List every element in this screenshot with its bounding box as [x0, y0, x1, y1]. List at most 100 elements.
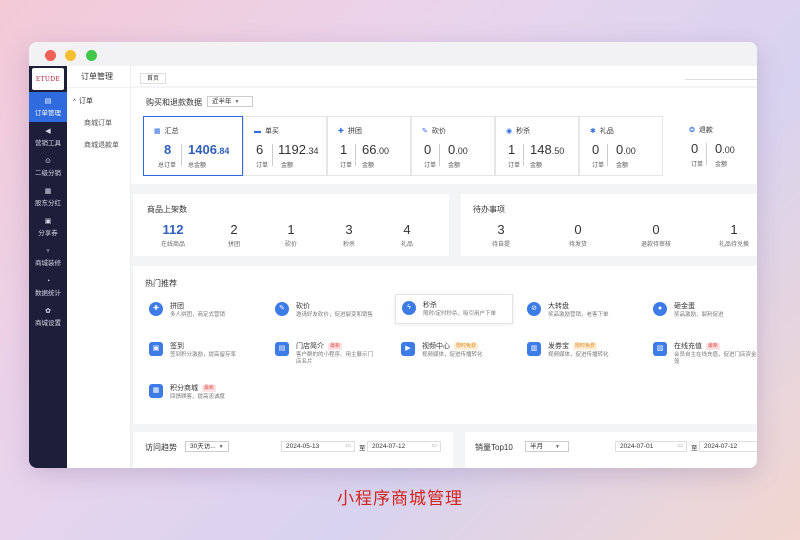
stat-amount-label: 金额: [616, 163, 629, 169]
stat-order-count: 6: [256, 142, 264, 157]
visits-start-date[interactable]: 2024-05-13 ▭: [281, 441, 355, 452]
stat-card-head: ▬ 单买: [254, 126, 279, 136]
stat-card-flash-sale[interactable]: ◉ 秒杀 1 148.50 订单 金额: [495, 116, 579, 176]
stat-amount-int: 148: [530, 142, 552, 157]
stat-card-group-buy[interactable]: ✚ 拼团 1 66.00 订单 金额: [327, 116, 411, 176]
sidebar-item-decoration[interactable]: ♆ 商城装修: [29, 242, 67, 272]
sidebar-item-statistics[interactable]: ◔ 数据统计: [29, 272, 67, 302]
ticket-icon: ▥: [527, 342, 541, 356]
wheel-icon: ⊘: [527, 302, 541, 316]
stat-card-single[interactable]: ▬ 单买 6 1192.34 订单 金额: [243, 116, 327, 176]
stat-card-head: ❂ 退款: [689, 125, 713, 135]
feature-flash-sale[interactable]: ϟ 秒杀 限时/定时秒杀，吸引用户下单: [395, 294, 513, 324]
stat-order-count: 1: [340, 142, 348, 157]
todo-label: 待自提: [491, 242, 510, 248]
todo-value[interactable]: 3: [471, 222, 531, 237]
visits-panel: 访问趋势 30天访... ▼ 2024-05-13 ▭ 至 2024-07-12 ▭: [133, 432, 453, 468]
period-select[interactable]: 近半年 ▼: [207, 96, 253, 107]
listing-label: 礼品: [400, 242, 413, 248]
top-search-input[interactable]: [685, 72, 757, 80]
period-select-value: 近半年: [212, 98, 232, 105]
todo-title: 待办事项: [473, 205, 505, 214]
stat-order-count: 0: [592, 142, 600, 157]
calendar-icon: ▭: [431, 443, 437, 449]
feature-name: 秒杀: [423, 302, 437, 309]
visits-range-select[interactable]: 30天访... ▼: [185, 441, 229, 452]
listing-panel: 商品上架数 112 在线商品 2 拼团 1 砍价 3 秒杀 4 礼品: [133, 194, 449, 256]
feature-desc: 视频媒体，促进传播转化: [548, 352, 609, 358]
feature-bargain[interactable]: ✎ 砍价 邀请好友砍价，促进裂变和销售: [269, 296, 387, 326]
sub-nav-item-refunds[interactable]: 商城退款单: [67, 140, 130, 150]
todo-value[interactable]: 0: [626, 222, 686, 237]
todo-value[interactable]: 1: [704, 222, 757, 237]
stat-card-head: ▦ 汇总: [154, 126, 179, 136]
feature-desc: 奖品激励，裂利促进: [674, 312, 724, 318]
feature-name: 拼团: [170, 303, 184, 310]
top-bar: 首页: [131, 66, 757, 86]
listing-value: 112: [162, 222, 184, 237]
feature-name: 门店简介 最新: [296, 341, 343, 351]
todo-value[interactable]: 0: [548, 222, 608, 237]
feature-desc: 客户群的的小程序、用主展示门店名片: [296, 352, 374, 365]
feature-desc: 回馈顾客，提高忠诚度: [170, 394, 226, 400]
puzzle-icon: ✚: [149, 302, 163, 316]
feature-store-intro[interactable]: ▤ 门店简介 最新 客户群的的小程序、用主展示门店名片: [269, 336, 387, 366]
stat-amount: 0.00: [448, 142, 468, 157]
stat-divider: [181, 144, 182, 166]
stat-card-summary[interactable]: ▦ 汇总 8 1406.84 总订单 总金额: [143, 116, 243, 176]
stat-card-name: 砍价: [431, 128, 446, 135]
sales-range-select[interactable]: 半月 ▼: [525, 441, 569, 452]
sidebar-item-label: 订单管理: [35, 110, 61, 117]
feature-points-mall[interactable]: ▦ 积分商城 最新 回馈顾客，提高忠诚度: [143, 378, 261, 408]
sales-end-value: 2024-07-12: [704, 443, 738, 450]
video-icon: ▶: [401, 342, 415, 356]
feature-coupon-issuer[interactable]: ▥ 发券宝 限时免费 视频媒体，促进传播转化: [521, 336, 639, 366]
close-window-button[interactable]: [45, 50, 56, 61]
stat-amount-int: 1406: [188, 142, 217, 157]
feature-desc: 多人拼团，商定式营销: [170, 312, 226, 318]
limited-free-badge: 限时免费: [454, 343, 479, 350]
feature-online-recharge[interactable]: ▧ 在线充值 最新 会员自主在线充值，促进门店资金回笼: [647, 336, 757, 366]
egg-icon: ●: [653, 302, 667, 316]
minimize-window-button[interactable]: [65, 50, 76, 61]
stat-card-gift[interactable]: ✱ 礼品 0 0.00 订单 金额: [579, 116, 663, 176]
stat-card-refund[interactable]: ❂ 退款 0 0.00 订单 金额: [679, 116, 757, 176]
sidebar-item-distribution[interactable]: ⊙ 二级分销: [29, 152, 67, 182]
sidebar-item-label: 商城装修: [35, 260, 61, 267]
feature-lucky-wheel[interactable]: ⊘ 大转盘 奖品激励营销，老客下单: [521, 296, 639, 326]
sidebar-item-orders[interactable]: ▤ 订单管理: [29, 92, 67, 122]
sidebar-item-coupon[interactable]: ▣ 分享券: [29, 212, 67, 242]
gift-icon: ✱: [590, 128, 596, 135]
stat-count-label: 订单: [340, 163, 353, 169]
title-bar: [29, 42, 757, 66]
stat-count-label: 订单: [691, 162, 704, 168]
listing-value: 1: [287, 222, 295, 237]
recommend-panel: 热门推荐 ✚ 拼团 多人拼团，商定式营销 ✎ 砍价 邀请好友砍价，促进裂变和销售…: [133, 266, 757, 424]
sub-nav-item-mall-orders[interactable]: 商城订单: [67, 118, 130, 128]
feature-name: 大转盘: [548, 303, 569, 310]
stat-card-bargain[interactable]: ✎ 砍价 0 0.00 订单 金额: [411, 116, 495, 176]
feature-group-buy[interactable]: ✚ 拼团 多人拼团，商定式营销: [143, 296, 261, 326]
feature-video-center[interactable]: ▶ 视频中心 限时免费 视频媒体，促进传播转化: [395, 336, 513, 366]
visits-end-date[interactable]: 2024-07-12 ▭: [367, 441, 441, 452]
sub-nav-group[interactable]: ^ 订单: [67, 88, 130, 106]
stat-divider: [607, 144, 608, 166]
sidebar-item-marketing[interactable]: ◀ 营销工具: [29, 122, 67, 152]
listing-label: 拼团: [227, 242, 240, 248]
sidebar-item-settings[interactable]: ✿ 商城设置: [29, 302, 67, 332]
feature-golden-egg[interactable]: ● 砸金蛋 奖品激励，裂利促进: [647, 296, 757, 326]
sidebar-item-dividend[interactable]: ▦ 股东分红: [29, 182, 67, 212]
brand-logo[interactable]: ETUDE: [32, 68, 64, 90]
sales-title: 销量Top10: [475, 443, 513, 452]
stat-order-count: 1: [508, 142, 516, 157]
feature-check-in[interactable]: ▣ 签到 签到积分激励，提高留存率: [143, 336, 261, 366]
feature-name: 砍价: [296, 303, 310, 310]
maximize-window-button[interactable]: [86, 50, 97, 61]
app-window: ETUDE ▤ 订单管理 ◀ 营销工具 ⊙ 二级分销 ▦ 股东分红 ▣ 分享券: [29, 42, 757, 468]
sales-start-date[interactable]: 2024-07-01 ▭: [615, 441, 687, 452]
sales-end-date[interactable]: 2024-07-12▭: [699, 441, 757, 452]
stat-amount-label: 总金额: [188, 163, 207, 169]
feature-name: 积分商城 最新: [170, 383, 217, 393]
sales-top10-panel: 销量Top10 半月 ▼ 2024-07-01 ▭ 至 2024-07-12▭: [465, 432, 757, 468]
tab-home[interactable]: 首页: [140, 73, 167, 84]
